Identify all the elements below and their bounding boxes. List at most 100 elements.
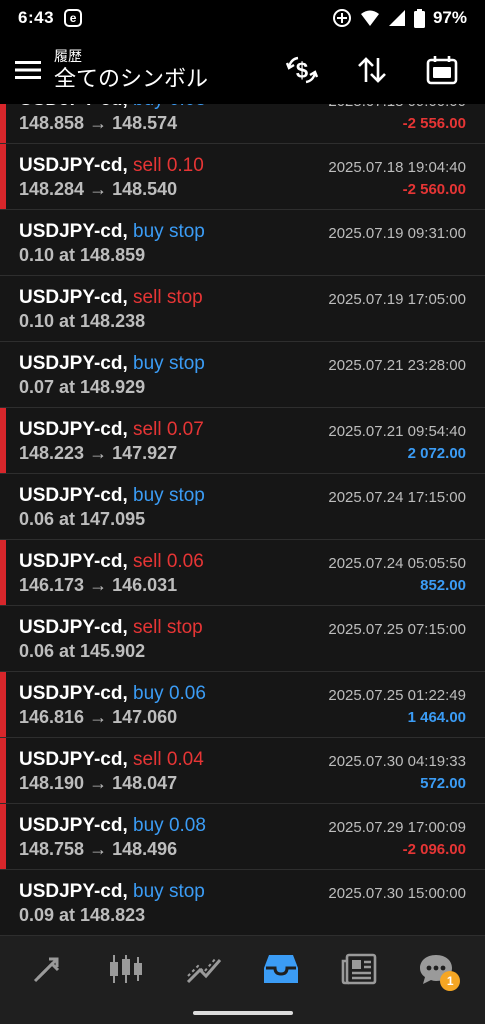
status-bar: 6:43 e 97% — [0, 0, 485, 36]
order-type: sell stop — [133, 287, 203, 308]
order-row[interactable]: USDJPY-cd, buy stop 0.09 at 148.823 2025.0… — [0, 870, 485, 936]
bottom-nav: 1 — [0, 936, 485, 1002]
row-prices: 0.10 at 148.859 — [19, 245, 146, 265]
sort-button[interactable] — [337, 42, 407, 98]
nav-chart[interactable] — [96, 939, 156, 999]
page-title: 全てのシンボル — [54, 66, 209, 91]
row-symbol: USDJPY-cd, sell 0.07 — [19, 419, 204, 441]
nav-history[interactable] — [251, 939, 311, 999]
wifi-icon — [360, 10, 379, 26]
order-row[interactable]: USDJPY-cd, sell stop 0.06 at 145.902 2025.… — [0, 606, 485, 672]
row-time: 2025.07.25 01:22:49 — [328, 687, 466, 704]
row-time: 2025.07.30 15:00:00 — [328, 885, 466, 902]
home-gesture-bar[interactable] — [193, 1011, 293, 1015]
deal-row[interactable]: USDJPY-cd, sell 0.06 146.173 → 146.031 202… — [0, 540, 485, 606]
status-icons: 97% — [332, 8, 467, 28]
sort-icon — [358, 57, 386, 83]
news-icon — [341, 953, 377, 985]
row-symbol: USDJPY-cd, sell 0.06 — [19, 551, 204, 573]
battery-level: 97% — [432, 8, 467, 27]
order-row[interactable]: USDJPY-cd, buy stop 0.07 at 148.929 2025.0… — [0, 342, 485, 408]
deal-row[interactable]: USDJPY-cd, buy 0.06 146.816 → 147.060 2025… — [0, 672, 485, 738]
row-symbol: USDJPY-cd, buy stop — [19, 353, 205, 375]
row-symbol: USDJPY-cd, buy stop — [19, 881, 205, 903]
row-time: 2025.07.21 09:54:40 — [328, 423, 466, 440]
row-time: 2025.07.19 17:05:00 — [328, 291, 466, 308]
calendar-button[interactable] — [407, 42, 477, 98]
menu-button[interactable] — [0, 36, 56, 104]
svg-text:$: $ — [296, 58, 308, 83]
symbol-name: USDJPY-cd, — [19, 815, 128, 836]
row-symbol: USDJPY-cd, sell 0.04 — [19, 749, 204, 771]
row-prices: 0.10 at 148.238 — [19, 311, 146, 331]
status-time: 6:43 — [18, 8, 55, 27]
deal-row[interactable]: USDJPY-cd, buy 0.08 148.758 → 148.496 2025… — [0, 804, 485, 870]
data-saver-icon — [332, 9, 351, 27]
title-block[interactable]: 履歴 全てのシンボル — [54, 47, 208, 93]
history-list[interactable]: USDJPY-cd, buy 0.08 148.858 → 148.574 2025… — [0, 104, 485, 936]
order-type: buy 0.08 — [133, 104, 206, 110]
row-profit: -2 560.00 — [402, 181, 466, 198]
symbol-name: USDJPY-cd, — [19, 419, 128, 440]
row-prices: 148.284 → 148.540 — [19, 179, 178, 199]
order-type: buy stop — [133, 221, 205, 242]
order-type: buy stop — [133, 485, 205, 506]
notification-badge: 1 — [440, 971, 461, 991]
order-type: sell stop — [133, 617, 203, 638]
signal-icon — [388, 10, 405, 26]
history-list-content: USDJPY-cd, buy 0.08 148.858 → 148.574 2025… — [0, 104, 485, 936]
row-symbol: USDJPY-cd, buy 0.08 — [19, 815, 206, 837]
row-symbol: USDJPY-cd, sell stop — [19, 617, 203, 639]
calendar-icon — [426, 56, 458, 85]
nav-quotes[interactable] — [19, 939, 79, 999]
order-type: sell 0.04 — [133, 749, 204, 770]
nav-news[interactable] — [329, 939, 389, 999]
battery-icon — [413, 8, 425, 28]
history-icon — [264, 955, 299, 983]
symbol-name: USDJPY-cd, — [19, 617, 128, 638]
row-time: 2025.07.18 09:00:00 — [328, 104, 466, 110]
row-prices: 148.190 → 148.047 — [19, 773, 178, 793]
order-row[interactable]: USDJPY-cd, buy stop 0.06 at 147.095 2025.0… — [0, 474, 485, 540]
row-symbol: USDJPY-cd, sell 0.10 — [19, 155, 204, 177]
order-type: sell 0.07 — [133, 419, 204, 440]
deal-row[interactable]: USDJPY-cd, sell 0.07 148.223 → 147.927 202… — [0, 408, 485, 474]
row-profit: 852.00 — [420, 577, 466, 594]
row-prices: 0.06 at 145.902 — [19, 641, 146, 661]
row-prices: 0.06 at 147.095 — [19, 509, 146, 529]
currency-exchange-button[interactable]: $ — [267, 42, 337, 98]
row-time: 2025.07.25 07:15:00 — [328, 621, 466, 638]
row-symbol: USDJPY-cd, sell stop — [19, 287, 203, 309]
row-time: 2025.07.24 17:15:00 — [328, 489, 466, 506]
row-symbol: USDJPY-cd, buy stop — [19, 485, 205, 507]
row-profit: 572.00 — [420, 775, 466, 792]
order-type: sell 0.06 — [133, 551, 204, 572]
row-time: 2025.07.18 19:04:40 — [328, 159, 466, 176]
order-type: buy stop — [133, 881, 205, 902]
row-prices: 0.07 at 148.929 — [19, 377, 146, 397]
row-prices: 148.223 → 147.927 — [19, 443, 178, 463]
order-row[interactable]: USDJPY-cd, sell stop 0.10 at 148.238 2025.… — [0, 276, 485, 342]
deal-row[interactable]: USDJPY-cd, sell 0.04 148.190 → 148.047 202… — [0, 738, 485, 804]
app-notification-icon: e — [64, 9, 83, 27]
row-symbol: USDJPY-cd, buy stop — [19, 221, 205, 243]
row-prices: 148.758 → 148.496 — [19, 839, 178, 859]
deal-row[interactable]: USDJPY-cd, sell 0.10 148.284 → 148.540 202… — [0, 144, 485, 210]
quotes-icon — [33, 957, 59, 983]
symbol-name: USDJPY-cd, — [19, 287, 128, 308]
row-profit: -2 096.00 — [402, 841, 466, 858]
row-profit: -2 556.00 — [402, 115, 466, 132]
symbol-name: USDJPY-cd, — [19, 551, 128, 572]
currency-exchange-icon: $ — [285, 56, 319, 84]
nav-trade[interactable] — [174, 939, 234, 999]
nav-messages[interactable]: 1 — [406, 939, 466, 999]
deal-row[interactable]: USDJPY-cd, buy 0.08 148.858 → 148.574 2025… — [0, 104, 485, 144]
order-type: buy stop — [133, 353, 205, 374]
row-prices: 146.816 → 147.060 — [19, 707, 178, 727]
symbol-name: USDJPY-cd, — [19, 221, 128, 242]
chart-icon — [110, 955, 143, 983]
order-type: buy 0.08 — [133, 815, 206, 836]
order-row[interactable]: USDJPY-cd, buy stop 0.10 at 148.859 2025.0… — [0, 210, 485, 276]
trade-icon — [186, 957, 221, 984]
row-profit: 2 072.00 — [407, 445, 466, 462]
